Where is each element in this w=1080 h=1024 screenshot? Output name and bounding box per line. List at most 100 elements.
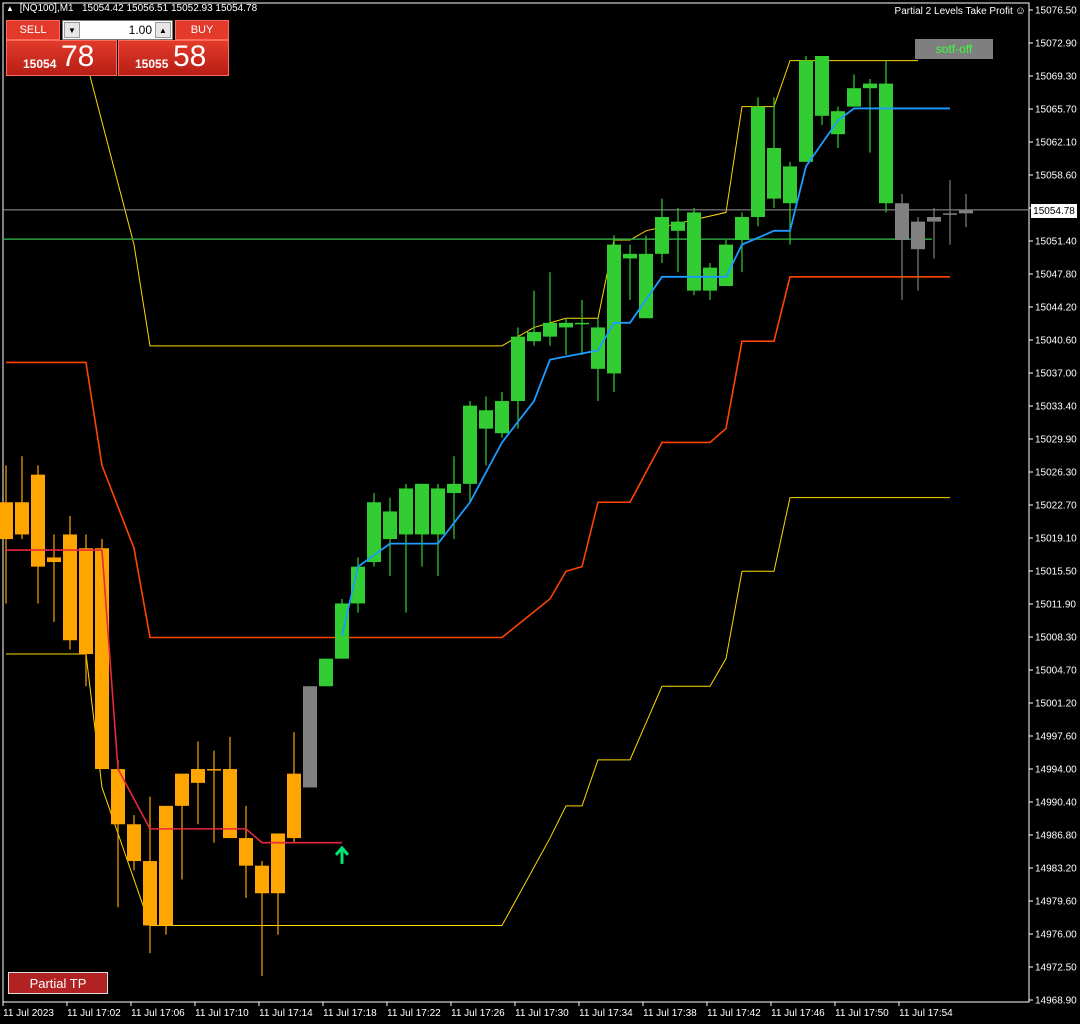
y-tick-label: 14983.20 — [1035, 864, 1077, 875]
candle — [159, 805, 173, 935]
candle-body — [431, 488, 445, 535]
candle-body — [511, 336, 525, 402]
candle-body — [303, 686, 317, 788]
bid-price-button[interactable]: 15054 78 — [6, 40, 117, 76]
candle-body — [943, 213, 957, 215]
current-price-tag: 15054.78 — [1031, 204, 1077, 218]
candle — [335, 598, 349, 659]
candle — [543, 272, 557, 346]
candle-body — [47, 557, 61, 563]
partial-tp-button[interactable]: Partial TP — [8, 972, 108, 994]
candle-body — [479, 410, 493, 429]
candle — [463, 401, 477, 503]
candle — [911, 217, 925, 291]
candle — [447, 456, 461, 540]
candle-body — [879, 83, 893, 204]
y-tick-label: 14997.60 — [1035, 732, 1077, 743]
candle — [959, 194, 973, 228]
candle — [751, 97, 765, 227]
collapse-triangle-icon[interactable]: ▲ — [6, 4, 14, 13]
candle — [63, 516, 77, 650]
candle-body — [127, 824, 141, 862]
y-tick-label: 15019.10 — [1035, 534, 1077, 545]
price-chart[interactable]: 15076.50 15072.90 15069.30 15065.70 15062.10… — [0, 0, 1080, 1024]
candle — [799, 56, 813, 162]
y-tick-label: 14972.50 — [1035, 963, 1077, 974]
x-tick-label: 11 Jul 17:42 — [707, 1008, 761, 1019]
candle-body — [927, 217, 941, 222]
ask-prefix: 15055 — [135, 57, 169, 71]
candle — [575, 299, 589, 356]
x-tick-label: 11 Jul 2023 — [3, 1008, 54, 1019]
chart-frame — [2, 2, 1030, 1003]
candle-body — [655, 217, 669, 254]
y-tick-label: 15040.60 — [1035, 336, 1077, 347]
candle-body — [863, 83, 877, 89]
candle — [111, 759, 125, 908]
candle — [191, 741, 205, 825]
expert-advisor-name[interactable]: Partial 2 Levels Take Profit ☺ — [895, 5, 1026, 17]
candle — [495, 391, 509, 438]
y-tick-label: 15062.10 — [1035, 138, 1077, 149]
candle — [527, 290, 541, 346]
buy-signal-arrow-icon — [334, 845, 350, 864]
candle-body — [575, 322, 589, 325]
ask-price-button[interactable]: 15055 58 — [118, 40, 229, 76]
candle-body — [639, 253, 653, 319]
soft-off-button[interactable]: sotf-off — [915, 39, 993, 59]
y-tick-label: 15047.80 — [1035, 270, 1077, 281]
x-tick-label: 11 Jul 17:30 — [515, 1008, 569, 1019]
y-tick-label: 15076.50 — [1035, 6, 1077, 17]
candle-body — [799, 60, 813, 162]
candle-body — [847, 88, 861, 107]
candle — [591, 318, 605, 402]
buy-button[interactable]: BUY — [175, 20, 229, 40]
y-tick-label: 15011.90 — [1035, 600, 1076, 611]
y-tick-label: 15033.40 — [1035, 402, 1077, 413]
sell-button[interactable]: SELL — [6, 20, 60, 40]
candle-body — [207, 769, 221, 771]
candle-body — [319, 658, 333, 687]
blue-trailing-stop-line — [341, 107, 950, 636]
chart-header: ▲ [NQ100],M1 15054.42 15056.51 15052.93 … — [6, 3, 257, 14]
candle-body — [175, 773, 189, 806]
candle — [79, 534, 93, 687]
candle — [895, 194, 909, 300]
lot-size-field[interactable]: ▼ 1.00 ▲ — [62, 20, 173, 40]
bid-big-digits: 78 — [61, 40, 95, 73]
candle-body — [159, 805, 173, 926]
smiley-icon: ☺ — [1014, 5, 1026, 17]
candle-body — [895, 203, 909, 241]
candle — [783, 161, 797, 245]
ohlc-readout: 15054.42 15056.51 15052.93 15054.78 — [81, 3, 258, 14]
candle-body — [623, 253, 637, 259]
candle — [255, 861, 269, 977]
y-tick-label: 14968.90 — [1035, 996, 1077, 1007]
lot-decrease-icon[interactable]: ▼ — [64, 22, 80, 38]
candle-body — [223, 769, 237, 839]
candle-body — [687, 212, 701, 291]
y-tick-label: 15004.70 — [1035, 666, 1077, 677]
candle-body — [559, 322, 573, 328]
candle — [767, 97, 781, 208]
candle — [671, 207, 685, 273]
lot-value[interactable]: 1.00 — [129, 23, 152, 37]
y-tick-label: 15069.30 — [1035, 72, 1077, 83]
candle — [815, 56, 829, 126]
candle-body — [191, 769, 205, 783]
x-tick-label: 11 Jul 17:10 — [195, 1008, 249, 1019]
candle — [687, 207, 701, 296]
candle — [479, 396, 493, 466]
x-tick-label: 11 Jul 17:14 — [259, 1008, 313, 1019]
x-tick-label: 11 Jul 17:34 — [579, 1008, 633, 1019]
candle-body — [911, 221, 925, 250]
candle — [879, 60, 893, 213]
candle-body — [527, 332, 541, 342]
candle — [287, 732, 301, 843]
y-tick-label: 15044.20 — [1035, 303, 1077, 314]
candle-body — [735, 217, 749, 241]
candle-body — [783, 166, 797, 204]
lot-increase-icon[interactable]: ▲ — [155, 22, 171, 38]
candle-body — [607, 244, 621, 374]
y-tick-label: 14994.00 — [1035, 765, 1077, 776]
